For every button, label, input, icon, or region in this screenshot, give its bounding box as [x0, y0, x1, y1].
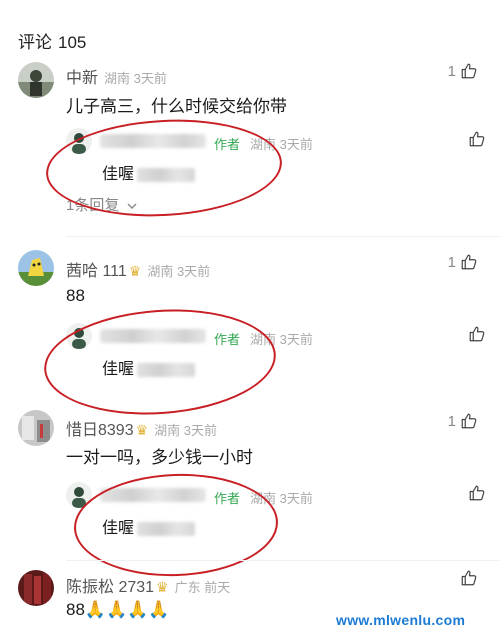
- thumb-up-icon: [469, 326, 485, 342]
- like-button[interactable]: [468, 325, 486, 348]
- thumb-up-icon: [469, 131, 485, 147]
- thumb-up-icon: [461, 63, 477, 79]
- like-count: 1: [447, 412, 456, 430]
- red-annotation-circle: [72, 470, 280, 580]
- like-button[interactable]: 1: [448, 62, 478, 80]
- like-button[interactable]: 1: [448, 253, 478, 271]
- comment-text: 儿子高三，什么时候交给你带: [66, 97, 287, 116]
- like-count: 1: [447, 253, 456, 271]
- username[interactable]: 茜哈 111 ♛ 湖南 3天前: [66, 257, 210, 281]
- like-count: 1: [447, 62, 456, 80]
- comment-meta: 广东 前天: [174, 580, 231, 595]
- comment-text: 一对一吗，多少钱一小时: [66, 448, 253, 467]
- comment-meta: 湖南 3天前: [147, 264, 211, 279]
- comments-header: 评论 105: [0, 0, 500, 60]
- avatar[interactable]: [18, 410, 54, 446]
- comment-count: 105: [58, 33, 87, 52]
- divider: [66, 560, 500, 561]
- username[interactable]: 惜日8393 ♛ 湖南 3天前: [66, 416, 217, 440]
- like-button[interactable]: [468, 130, 486, 153]
- thumb-up-icon: [461, 570, 477, 586]
- username-text: 惜日8393: [66, 422, 134, 439]
- like-button[interactable]: 1: [448, 412, 478, 430]
- username-text: 陈振松 2731: [66, 579, 155, 596]
- crown-badge-icon: ♛: [128, 263, 142, 279]
- comment-meta: 湖南 3天前: [104, 71, 167, 86]
- comment-meta: 湖南 3天前: [154, 423, 218, 438]
- watermark: www.mlwenlu.com: [336, 612, 466, 628]
- divider: [66, 236, 500, 237]
- avatar[interactable]: [18, 570, 54, 606]
- comment-text: 88🙏🙏🙏🙏: [66, 600, 170, 619]
- comment-text: 88: [66, 286, 85, 305]
- avatar[interactable]: [18, 250, 54, 286]
- red-annotation-circle: [40, 302, 280, 422]
- username-text: 茜哈 111: [66, 263, 127, 280]
- like-button[interactable]: [460, 569, 478, 587]
- username[interactable]: 中新 湖南 3天前: [66, 64, 167, 88]
- title-label: 评论: [18, 33, 52, 52]
- thumb-up-icon: [469, 485, 485, 501]
- crown-badge-icon: ♛: [135, 422, 149, 438]
- avatar[interactable]: [18, 62, 54, 98]
- username-text: 中新: [66, 70, 99, 87]
- crown-badge-icon: ♛: [156, 579, 169, 595]
- username[interactable]: 陈振松 2731 ♛ 广东 前天: [66, 573, 230, 597]
- thumb-up-icon: [461, 413, 477, 429]
- thumb-up-icon: [461, 254, 477, 270]
- page-title: 评论 105: [18, 28, 86, 53]
- like-button[interactable]: [468, 484, 486, 507]
